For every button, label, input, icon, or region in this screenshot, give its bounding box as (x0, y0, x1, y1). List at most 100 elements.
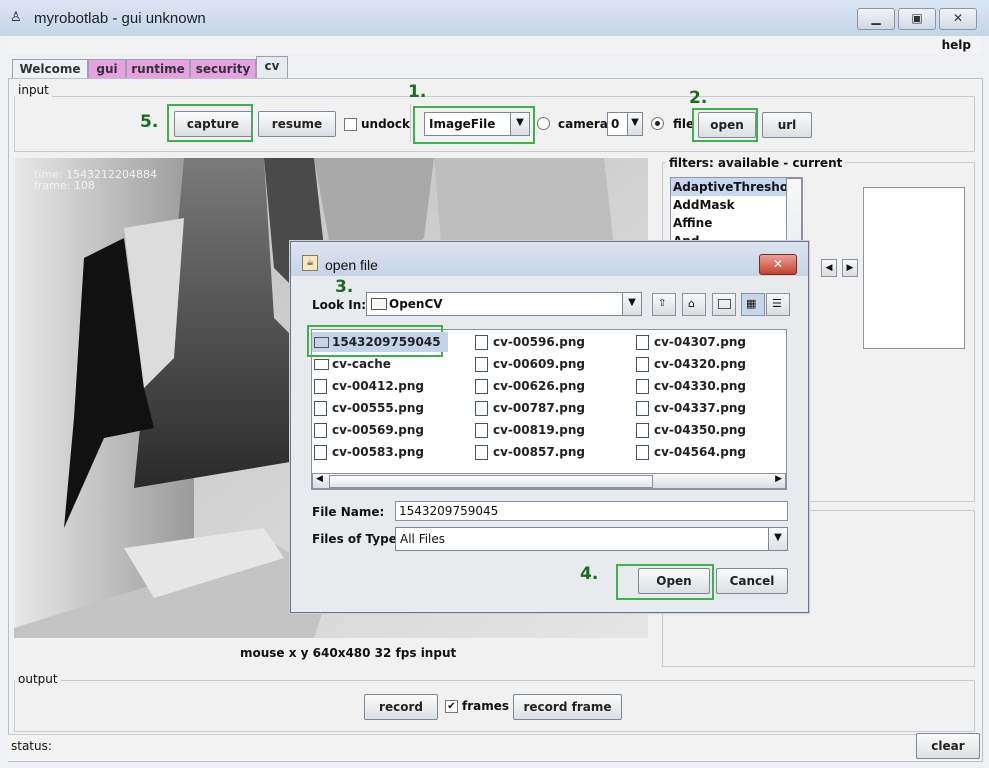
output-group-label: output (15, 672, 61, 686)
file-icon (636, 379, 649, 394)
scrollbar-thumb[interactable] (329, 475, 653, 488)
menu-help[interactable]: help (942, 38, 971, 52)
arrow-right-icon: ▶ (846, 263, 854, 273)
arrow-left-icon: ◀ (316, 474, 323, 484)
file-list-scrollbar[interactable]: ◀ ▶ (312, 473, 786, 489)
filters-label: filters: available - current (666, 156, 846, 170)
undock-checkbox[interactable] (344, 118, 357, 131)
details-view-icon: ☰ (772, 297, 782, 310)
dialog-title-bar[interactable]: ☕ open file ✕ (291, 242, 808, 276)
arrow-right-icon: ▶ (775, 474, 782, 484)
list-item[interactable]: cv-00569.png (312, 420, 424, 440)
home-button[interactable]: ⌂ (682, 293, 706, 316)
list-item[interactable]: cv-00626.png (473, 376, 585, 396)
folder-icon (314, 337, 329, 348)
open-file-dialog: ☕ open file ✕ 3. Look In: OpenCV ▼ ⇧ ⌂ ▦… (290, 241, 809, 613)
frames-label: frames (462, 699, 510, 713)
file-icon (314, 423, 327, 438)
capture-button[interactable]: capture (174, 111, 252, 137)
list-item[interactable]: cv-04330.png (634, 376, 746, 396)
close-icon: ✕ (772, 257, 784, 271)
file-list[interactable]: 1543209759045 cv-cache cv-00412.png cv-0… (307, 325, 787, 490)
close-button[interactable]: ✕ (939, 8, 977, 30)
list-item[interactable]: AdaptiveThreshold (671, 178, 802, 196)
tab-cv[interactable]: cv (256, 56, 288, 78)
list-item[interactable]: cv-04307.png (634, 332, 746, 352)
minimize-icon: ▁ (871, 11, 881, 25)
add-filter-button[interactable]: ▶ (842, 259, 858, 277)
file-name-label: File Name: (312, 505, 385, 519)
record-button[interactable]: record (364, 694, 438, 720)
frames-checkbox[interactable]: ✔ (445, 700, 458, 713)
list-item[interactable]: cv-04320.png (634, 354, 746, 374)
new-folder-icon (718, 299, 731, 309)
step-5-label: 5. (140, 112, 159, 132)
folder-icon (314, 359, 329, 370)
list-item[interactable]: 1543209759045 (312, 332, 448, 352)
minimize-button[interactable]: ▁ (857, 8, 895, 30)
list-item[interactable]: cv-00412.png (312, 376, 424, 396)
file-icon (475, 379, 488, 394)
clear-button[interactable]: clear (916, 733, 980, 759)
tab-welcome[interactable]: Welcome (12, 59, 88, 78)
camera-index-select[interactable]: 0 ▼ (607, 112, 643, 136)
camera-radio[interactable] (537, 117, 550, 130)
tab-gui[interactable]: gui (88, 59, 126, 78)
maximize-button[interactable]: ▣ (898, 8, 936, 30)
divider (410, 104, 411, 142)
file-icon (636, 445, 649, 460)
tab-security[interactable]: security (190, 59, 256, 78)
files-of-type-select[interactable]: All Files ▼ (395, 527, 788, 551)
list-item[interactable]: cv-00609.png (473, 354, 585, 374)
file-icon (314, 379, 327, 394)
current-filters-list[interactable] (863, 187, 965, 349)
details-view-button[interactable]: ☰ (766, 293, 790, 316)
file-icon (636, 335, 649, 350)
window-title: myrobotlab - gui unknown (34, 10, 206, 27)
up-one-level-button[interactable]: ⇧ (652, 293, 676, 316)
dialog-open-button[interactable]: Open (638, 568, 710, 594)
record-frame-button[interactable]: record frame (513, 694, 622, 720)
files-of-type-label: Files of Type: (312, 532, 402, 546)
file-icon (475, 357, 488, 372)
file-icon (475, 423, 488, 438)
list-item[interactable]: cv-00787.png (473, 398, 585, 418)
new-folder-button[interactable] (712, 293, 736, 316)
list-item[interactable]: cv-00857.png (473, 442, 585, 462)
resume-button[interactable]: resume (258, 111, 336, 137)
dialog-cancel-button[interactable]: Cancel (716, 568, 788, 594)
file-icon (636, 357, 649, 372)
maximize-icon: ▣ (911, 11, 923, 25)
list-item[interactable]: cv-04564.png (634, 442, 746, 462)
remove-filter-button[interactable]: ◀ (821, 259, 837, 277)
list-item[interactable]: Affine (671, 214, 802, 232)
dialog-close-button[interactable]: ✕ (759, 254, 797, 275)
title-bar[interactable]: ♙ myrobotlab - gui unknown ▁ ▣ ✕ (0, 0, 989, 36)
url-button[interactable]: url (762, 112, 812, 138)
list-item[interactable]: cv-00583.png (312, 442, 424, 462)
list-item[interactable]: cv-cache (312, 354, 391, 374)
file-icon (314, 445, 327, 460)
tab-runtime[interactable]: runtime (126, 59, 190, 78)
file-icon (475, 445, 488, 460)
file-icon (314, 401, 327, 416)
list-item[interactable]: AddMask (671, 196, 802, 214)
file-radio[interactable] (651, 117, 664, 130)
chevron-down-icon: ▼ (627, 113, 642, 135)
list-view-button[interactable]: ▦ (741, 293, 765, 316)
source-select[interactable]: ImageFile ▼ (424, 112, 530, 136)
chevron-down-icon: ▼ (510, 113, 529, 135)
list-item[interactable]: cv-00819.png (473, 420, 585, 440)
look-in-select[interactable]: OpenCV ▼ (366, 292, 642, 316)
open-button[interactable]: open (698, 112, 756, 138)
camera-label: camera (558, 117, 608, 131)
list-item[interactable]: cv-04337.png (634, 398, 746, 418)
list-item[interactable]: cv-00555.png (312, 398, 424, 418)
java-icon: ☕ (302, 255, 318, 271)
list-item[interactable]: cv-00596.png (473, 332, 585, 352)
file-name-input[interactable]: 1543209759045 (395, 501, 788, 521)
video-frame: frame: 108 (34, 179, 95, 192)
list-item[interactable]: cv-04350.png (634, 420, 746, 440)
step-4-label: 4. (580, 564, 599, 584)
arrow-left-icon: ◀ (825, 263, 833, 273)
